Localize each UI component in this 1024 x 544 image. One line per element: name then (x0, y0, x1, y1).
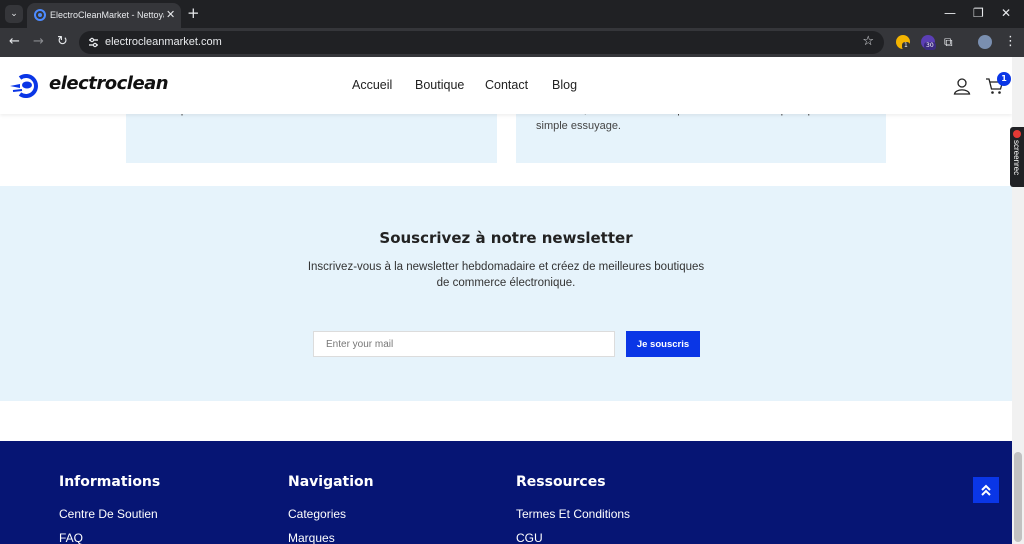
scrollbar-thumb[interactable] (1014, 452, 1022, 542)
footer-title-informations: Informations (59, 474, 161, 490)
extension-icon[interactable]: 1 (896, 35, 910, 50)
record-dot-icon (1013, 130, 1021, 138)
subscribe-button[interactable]: Je souscris (626, 331, 700, 357)
extension-badge: 1 (902, 42, 910, 50)
screenrec-widget[interactable]: screenrec (1010, 127, 1024, 187)
new-tab-button[interactable]: + (187, 4, 200, 22)
newsletter-section: Souscrivez à notre newsletter Inscrivez-… (0, 186, 1012, 401)
browser-menu-icon[interactable]: ⋮ (1004, 34, 1017, 50)
cart-count-badge: 1 (997, 72, 1011, 86)
extension-icon[interactable]: 30 (921, 35, 936, 50)
newsletter-description: Inscrivez-vous à la newsletter hebdomada… (307, 261, 705, 289)
extension-badge: 30 (924, 42, 936, 50)
nav-accueil[interactable]: Accueil (352, 78, 392, 92)
profile-avatar[interactable] (978, 35, 992, 49)
tab-title: ElectroCleanMarket - Nettoyage (50, 10, 164, 20)
forward-icon[interactable]: → (33, 34, 44, 50)
footer-link[interactable]: Marques (288, 531, 335, 544)
footer-link[interactable]: FAQ (59, 531, 83, 544)
tab-close-icon[interactable]: ✕ (166, 8, 175, 22)
restore-icon[interactable]: ❐ (973, 6, 984, 20)
scroll-to-top-button[interactable] (973, 477, 999, 503)
page-viewport: climatique. revolution, éliminent 99% de… (0, 57, 1012, 544)
site-footer: Informations Centre De Soutien FAQ Navig… (0, 441, 1012, 544)
url-text: electrocleanmarket.com (105, 36, 222, 48)
footer-link[interactable]: Centre De Soutien (59, 507, 158, 521)
reload-icon[interactable]: ↻ (57, 34, 68, 50)
newsletter-title: Souscrivez à notre newsletter (379, 229, 633, 247)
electroclean-favicon-icon (34, 9, 46, 21)
minimize-icon[interactable]: — (944, 6, 956, 20)
nav-blog[interactable]: Blog (552, 78, 577, 92)
user-account-icon[interactable] (953, 77, 971, 95)
extensions-puzzle-icon[interactable]: ⧉ (944, 34, 953, 50)
footer-link[interactable]: Categories (288, 507, 346, 521)
footer-link[interactable]: CGU (516, 531, 543, 544)
site-info-icon[interactable] (87, 36, 100, 49)
footer-link[interactable]: Termes Et Conditions (516, 507, 630, 521)
footer-title-navigation: Navigation (288, 474, 374, 490)
screenrec-label: screenrec (1012, 140, 1021, 176)
logo-text[interactable]: electroclean (49, 73, 169, 94)
browser-tab[interactable]: ElectroCleanMarket - Nettoyage ✕ (27, 3, 181, 28)
back-icon[interactable]: ← (9, 34, 20, 50)
close-window-icon[interactable]: ✕ (1001, 6, 1011, 20)
site-header: electroclean Accueil Boutique Contact Bl… (0, 57, 1012, 114)
electroclean-logo-icon[interactable] (10, 72, 44, 98)
nav-boutique[interactable]: Boutique (415, 78, 464, 92)
browser-toolbar: ← → ↻ electrocleanmarket.com ☆ 1 30 ⧉ ⋮ (0, 28, 1024, 57)
feature-card-text: simple essuyage. (536, 120, 621, 132)
nav-contact[interactable]: Contact (485, 78, 528, 92)
bookmark-star-icon[interactable]: ☆ (862, 34, 874, 50)
address-bar[interactable]: electrocleanmarket.com ☆ (79, 31, 884, 54)
double-chevron-up-icon (981, 484, 991, 496)
browser-tab-bar: ⌄ ElectroCleanMarket - Nettoyage ✕ + — ❐… (0, 0, 1024, 28)
newsletter-email-input[interactable] (313, 331, 615, 357)
tab-search-icon[interactable]: ⌄ (5, 5, 23, 23)
footer-title-ressources: Ressources (516, 474, 606, 490)
